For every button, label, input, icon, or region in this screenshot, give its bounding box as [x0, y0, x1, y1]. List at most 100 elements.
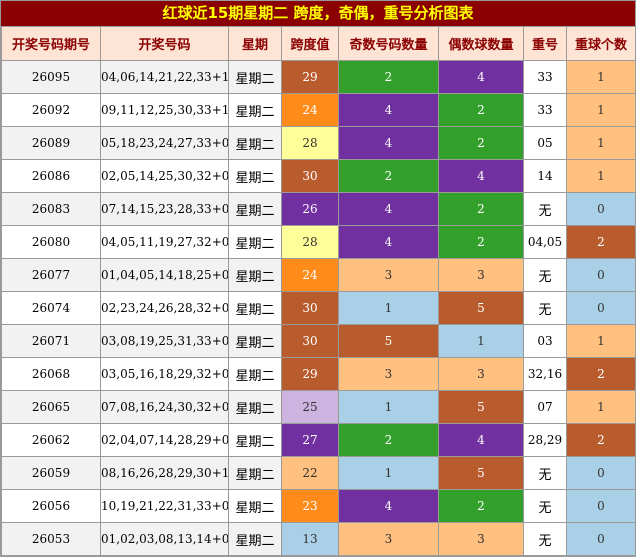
header-row: 开奖号码期号 开奖号码 星期 跨度值 奇数号码数量 偶数球数量 重号 重球个数: [1, 26, 636, 61]
issue-cell: 26071: [1, 324, 101, 358]
even-count-cell: 2: [438, 225, 524, 259]
numbers-cell: 01,04,05,14,18,25+04: [100, 258, 229, 292]
issue-cell: 26074: [1, 291, 101, 325]
odd-count-cell: 2: [338, 60, 439, 94]
odd-count-cell: 3: [338, 522, 439, 556]
span-cell: 30: [281, 324, 339, 358]
repeat-cell: 无: [523, 489, 567, 523]
even-count-cell: 5: [438, 291, 524, 325]
repeat-cell: 07: [523, 390, 567, 424]
header-span: 跨度值: [281, 26, 339, 61]
repeat-count-cell: 0: [566, 456, 636, 490]
repeat-cell: 无: [523, 258, 567, 292]
odd-count-cell: 3: [338, 258, 439, 292]
weekday-cell: 星期二: [228, 489, 282, 523]
span-cell: 30: [281, 291, 339, 325]
table-body: 26095 04,06,14,21,22,33+16 星期二 29 2 4 33 1 26092…: [1, 60, 636, 556]
issue-cell: 26092: [1, 93, 101, 127]
even-count-cell: 4: [438, 423, 524, 457]
even-count-cell: 2: [438, 489, 524, 523]
header-odd-count: 奇数号码数量: [338, 26, 439, 61]
repeat-count-cell: 1: [566, 93, 636, 127]
weekday-cell: 星期二: [228, 390, 282, 424]
numbers-cell: 03,05,16,18,29,32+04: [100, 357, 229, 391]
repeat-cell: 03: [523, 324, 567, 358]
repeat-cell: 14: [523, 159, 567, 193]
repeat-cell: 无: [523, 291, 567, 325]
issue-cell: 26095: [1, 60, 101, 94]
issue-cell: 26056: [1, 489, 101, 523]
repeat-count-cell: 1: [566, 126, 636, 160]
numbers-cell: 08,16,26,28,29,30+15: [100, 456, 229, 490]
span-cell: 24: [281, 93, 339, 127]
odd-count-cell: 1: [338, 456, 439, 490]
table-row: 26077 01,04,05,14,18,25+04 星期二 24 3 3 无 0: [1, 258, 636, 292]
weekday-cell: 星期二: [228, 93, 282, 127]
table-row: 26083 07,14,15,23,28,33+03 星期二 26 4 2 无 0: [1, 192, 636, 226]
odd-count-cell: 2: [338, 423, 439, 457]
chart-window: 红球近15期星期二 跨度，奇偶，重号分析图表 开奖号码期号 开奖号码 星期 跨度…: [0, 0, 636, 557]
odd-count-cell: 5: [338, 324, 439, 358]
numbers-cell: 02,05,14,25,30,32+05: [100, 159, 229, 193]
repeat-cell: 无: [523, 522, 567, 556]
odd-count-cell: 1: [338, 291, 439, 325]
weekday-cell: 星期二: [228, 522, 282, 556]
even-count-cell: 4: [438, 60, 524, 94]
numbers-cell: 05,18,23,24,27,33+03: [100, 126, 229, 160]
weekday-cell: 星期二: [228, 357, 282, 391]
span-cell: 13: [281, 522, 339, 556]
page-title: 红球近15期星期二 跨度，奇偶，重号分析图表: [1, 1, 635, 26]
numbers-cell: 01,02,03,08,13,14+02: [100, 522, 229, 556]
repeat-count-cell: 0: [566, 489, 636, 523]
odd-count-cell: 4: [338, 126, 439, 160]
even-count-cell: 3: [438, 258, 524, 292]
repeat-count-cell: 1: [566, 60, 636, 94]
weekday-cell: 星期二: [228, 225, 282, 259]
table-row: 26071 03,08,19,25,31,33+05 星期二 30 5 1 03 1: [1, 324, 636, 358]
span-cell: 22: [281, 456, 339, 490]
repeat-count-cell: 2: [566, 423, 636, 457]
table-row: 26086 02,05,14,25,30,32+05 星期二 30 2 4 14 1: [1, 159, 636, 193]
numbers-cell: 09,11,12,25,30,33+11: [100, 93, 229, 127]
repeat-count-cell: 0: [566, 192, 636, 226]
issue-cell: 26080: [1, 225, 101, 259]
repeat-count-cell: 0: [566, 258, 636, 292]
odd-count-cell: 4: [338, 192, 439, 226]
repeat-cell: 32,16: [523, 357, 567, 391]
even-count-cell: 2: [438, 126, 524, 160]
weekday-cell: 星期二: [228, 324, 282, 358]
even-count-cell: 3: [438, 522, 524, 556]
span-cell: 26: [281, 192, 339, 226]
weekday-cell: 星期二: [228, 126, 282, 160]
table-row: 26053 01,02,03,08,13,14+02 星期二 13 3 3 无 0: [1, 522, 636, 556]
repeat-count-cell: 0: [566, 522, 636, 556]
table-row: 26080 04,05,11,19,27,32+01 星期二 28 4 2 04,05 2: [1, 225, 636, 259]
even-count-cell: 2: [438, 93, 524, 127]
issue-cell: 26068: [1, 357, 101, 391]
even-count-cell: 4: [438, 159, 524, 193]
odd-count-cell: 4: [338, 225, 439, 259]
repeat-count-cell: 1: [566, 159, 636, 193]
numbers-cell: 07,08,16,24,30,32+02: [100, 390, 229, 424]
issue-cell: 26077: [1, 258, 101, 292]
header-even-count: 偶数球数量: [438, 26, 524, 61]
weekday-cell: 星期二: [228, 60, 282, 94]
odd-count-cell: 4: [338, 489, 439, 523]
weekday-cell: 星期二: [228, 159, 282, 193]
numbers-cell: 04,05,11,19,27,32+01: [100, 225, 229, 259]
repeat-cell: 无: [523, 192, 567, 226]
repeat-cell: 无: [523, 456, 567, 490]
issue-cell: 26062: [1, 423, 101, 457]
even-count-cell: 5: [438, 456, 524, 490]
repeat-cell: 33: [523, 60, 567, 94]
table-row: 26095 04,06,14,21,22,33+16 星期二 29 2 4 33 1: [1, 60, 636, 94]
table-row: 26089 05,18,23,24,27,33+03 星期二 28 4 2 05 1: [1, 126, 636, 160]
issue-cell: 26086: [1, 159, 101, 193]
weekday-cell: 星期二: [228, 192, 282, 226]
numbers-cell: 04,06,14,21,22,33+16: [100, 60, 229, 94]
span-cell: 29: [281, 357, 339, 391]
odd-count-cell: 4: [338, 93, 439, 127]
odd-count-cell: 3: [338, 357, 439, 391]
table-row: 26059 08,16,26,28,29,30+15 星期二 22 1 5 无 0: [1, 456, 636, 490]
repeat-count-cell: 1: [566, 390, 636, 424]
